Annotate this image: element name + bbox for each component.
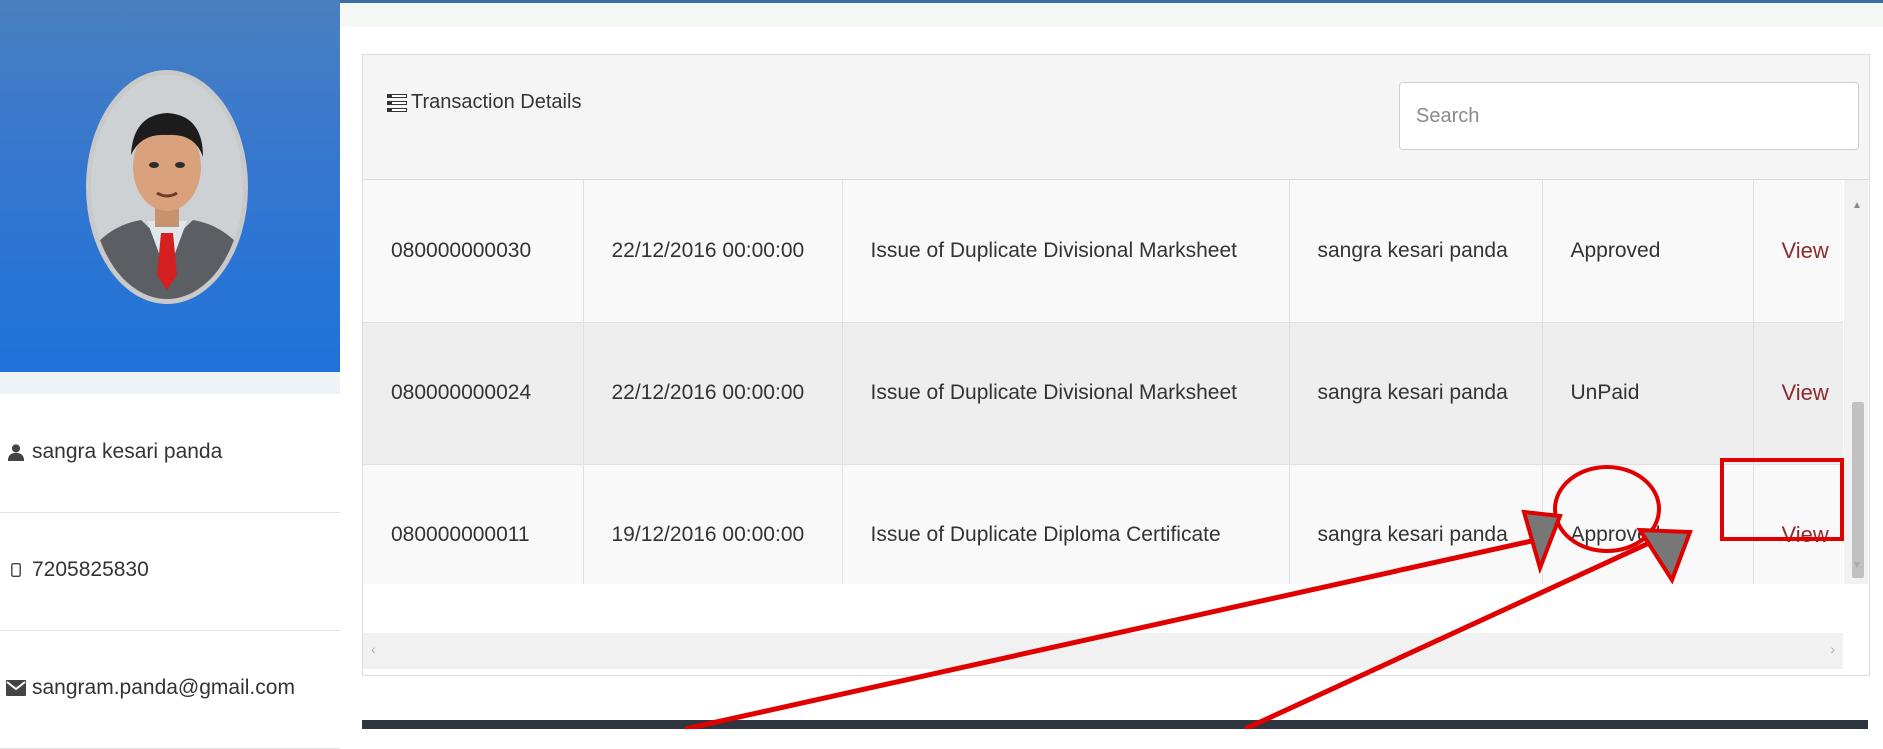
transaction-table-container: 080000000030 22/12/2016 00:00:00 Issue o… (363, 180, 1843, 584)
scroll-up-arrow-icon[interactable]: ▲ (1852, 200, 1862, 211)
table-row[interactable]: 080000000024 22/12/2016 00:00:00 Issue o… (363, 322, 1843, 465)
transaction-applicant: sangra kesari panda (1289, 180, 1543, 323)
view-link[interactable]: View (1782, 238, 1829, 263)
table-row[interactable]: 080000000011 19/12/2016 00:00:00 Issue o… (363, 464, 1843, 584)
panel-header: Transaction Details (363, 55, 1869, 180)
transaction-service: Issue of Duplicate Divisional Marksheet (842, 180, 1290, 323)
top-band (340, 3, 1883, 27)
horizontal-scrollbar[interactable]: ‹ › (363, 633, 1843, 669)
mobile-phone-icon (6, 560, 26, 580)
transaction-panel: Transaction Details 080000000030 22/12/2… (362, 54, 1870, 676)
table-row[interactable]: 080000000030 22/12/2016 00:00:00 Issue o… (363, 180, 1843, 323)
vertical-scroll-thumb[interactable] (1852, 402, 1864, 578)
view-link[interactable]: View (1782, 380, 1829, 405)
envelope-icon (6, 678, 26, 698)
profile-email: sangram.panda@gmail.com (32, 676, 295, 699)
transaction-service: Issue of Duplicate Diploma Certificate (842, 464, 1290, 584)
view-cell: View (1753, 464, 1843, 584)
transaction-date: 19/12/2016 00:00:00 (583, 464, 843, 584)
banner-strip (0, 372, 340, 394)
profile-name: sangra kesari panda (32, 440, 223, 463)
transaction-status: UnPaid (1542, 322, 1754, 465)
transaction-date: 22/12/2016 00:00:00 (583, 322, 843, 465)
transaction-table: 080000000030 22/12/2016 00:00:00 Issue o… (363, 180, 1843, 584)
transaction-id: 080000000030 (363, 180, 584, 323)
profile-name-row: sangra kesari panda (0, 394, 340, 513)
transaction-service: Issue of Duplicate Divisional Marksheet (842, 322, 1290, 465)
profile-phone: 7205825830 (32, 558, 149, 581)
scroll-down-arrow-icon[interactable]: ▼ (1852, 560, 1862, 571)
transaction-applicant: sangra kesari panda (1289, 322, 1543, 465)
transaction-status: Approved (1542, 464, 1754, 584)
profile-photo (91, 75, 243, 299)
transaction-applicant: sangra kesari panda (1289, 464, 1543, 584)
scroll-left-arrow-icon[interactable]: ‹ (371, 641, 376, 657)
transaction-id: 080000000024 (363, 322, 584, 465)
transaction-status: Approved (1542, 180, 1754, 323)
view-link[interactable]: View (1782, 522, 1829, 547)
scroll-right-arrow-icon[interactable]: › (1830, 641, 1835, 657)
panel-title: Transaction Details (387, 91, 581, 114)
search-input[interactable] (1399, 82, 1859, 150)
user-icon (6, 442, 26, 462)
vertical-scrollbar[interactable]: ▲ ▼ (1844, 180, 1868, 584)
profile-phone-row: 7205825830 (0, 512, 340, 631)
footer-bar (362, 720, 1868, 729)
table-list-icon (387, 93, 407, 113)
panel-title-text: Transaction Details (411, 91, 582, 113)
profile-banner (0, 0, 340, 372)
view-cell: View (1753, 322, 1843, 465)
profile-email-row: sangram.panda@gmail.com (0, 630, 340, 749)
profile-sidebar: sangra kesari panda 7205825830 sangram.p… (0, 0, 340, 749)
view-cell: View (1753, 180, 1843, 323)
avatar (86, 70, 248, 304)
transaction-id: 080000000011 (363, 464, 584, 584)
transaction-date: 22/12/2016 00:00:00 (583, 180, 843, 323)
